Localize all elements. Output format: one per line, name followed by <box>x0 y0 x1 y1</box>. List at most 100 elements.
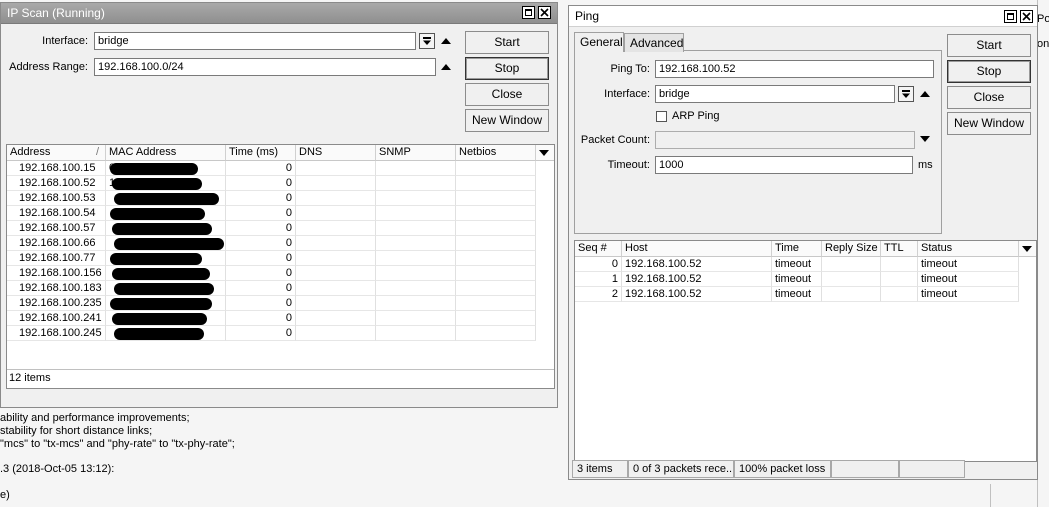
column-header-netbios[interactable]: Netbios <box>456 145 536 161</box>
column-header-label: Address <box>10 146 51 158</box>
close-window-button[interactable] <box>1020 10 1033 23</box>
column-header-time[interactable]: Time <box>772 241 822 257</box>
collapse-up-icon[interactable] <box>441 64 451 70</box>
tab-general[interactable]: General <box>574 32 624 52</box>
empty-cell <box>376 311 456 326</box>
ping-titlebar[interactable]: Ping <box>569 6 1037 27</box>
address-cell: 192.168.100.77 <box>7 251 106 266</box>
timeout-field[interactable]: 1000 <box>655 156 913 174</box>
tab-advanced[interactable]: Advanced <box>624 33 684 52</box>
column-header-time[interactable]: Time (ms) <box>226 145 296 161</box>
table-row[interactable]: 2 192.168.100.52 timeout timeout <box>575 287 1036 302</box>
redaction-mark <box>112 313 207 325</box>
empty-cell <box>456 236 536 251</box>
maximize-icon <box>1007 13 1014 20</box>
redaction-mark <box>114 328 204 340</box>
timeout-unit: ms <box>918 159 933 171</box>
arp-ping-checkbox[interactable] <box>656 111 667 122</box>
close-button[interactable]: Close <box>947 86 1031 109</box>
ping-to-label: Ping To: <box>610 63 650 75</box>
time-cell: 0 <box>226 176 296 191</box>
table-row[interactable]: 192.168.100.53 0 <box>7 191 536 206</box>
time-cell: 0 <box>226 206 296 221</box>
table-row[interactable]: 192.168.100.1500 <box>7 161 536 176</box>
column-header-seq[interactable]: Seq # <box>575 241 622 257</box>
ttl-cell <box>881 257 918 272</box>
table-row[interactable]: 192.168.100.156 0 <box>7 266 536 281</box>
table-row[interactable]: 192.168.100.183 0 <box>7 281 536 296</box>
table-row[interactable]: 0 192.168.100.52 timeout timeout <box>575 257 1036 272</box>
table-row[interactable]: 192.168.100.245 0 <box>7 326 536 341</box>
column-header-host[interactable]: Host <box>622 241 772 257</box>
status-segment <box>899 460 965 478</box>
new-window-button[interactable]: New Window <box>947 112 1031 135</box>
maximize-button[interactable] <box>522 6 535 19</box>
close-window-button[interactable] <box>538 6 551 19</box>
empty-cell <box>456 266 536 281</box>
empty-cell <box>296 266 376 281</box>
collapse-up-icon[interactable] <box>920 91 930 97</box>
column-menu-button[interactable] <box>1019 241 1036 257</box>
empty-cell <box>376 326 456 341</box>
column-header-mac[interactable]: MAC Address <box>106 145 226 161</box>
ping-to-field[interactable]: 192.168.100.52 <box>655 60 934 78</box>
time-cell: 0 <box>226 236 296 251</box>
empty-cell <box>456 176 536 191</box>
host-cell: 192.168.100.52 <box>622 287 772 302</box>
expand-down-icon[interactable] <box>920 136 930 142</box>
start-button[interactable]: Start <box>465 31 549 54</box>
window-title: IP Scan (Running) <box>7 6 105 20</box>
table-row[interactable]: 192.168.100.66 0 <box>7 236 536 251</box>
column-header-snmp[interactable]: SNMP <box>376 145 456 161</box>
new-window-button[interactable]: New Window <box>465 109 549 132</box>
empty-cell <box>456 296 536 311</box>
interface-dropdown-button[interactable] <box>419 33 435 49</box>
column-menu-button[interactable] <box>536 145 554 161</box>
empty-cell <box>456 221 536 236</box>
collapse-up-icon[interactable] <box>441 38 451 44</box>
address-range-field[interactable]: 192.168.100.0/24 <box>94 58 436 76</box>
table-row[interactable]: 192.168.100.235 0 <box>7 296 536 311</box>
log-line: stability for short distance links; <box>0 425 153 437</box>
ttl-cell <box>881 287 918 302</box>
chevron-down-icon <box>902 90 910 98</box>
stop-button[interactable]: Stop <box>947 60 1031 83</box>
table-row[interactable]: 1 192.168.100.52 timeout timeout <box>575 272 1036 287</box>
table-row[interactable]: 192.168.100.241 0 <box>7 311 536 326</box>
maximize-button[interactable] <box>1004 10 1017 23</box>
table-row[interactable]: 192.168.100.54 0 <box>7 206 536 221</box>
interface-field[interactable]: bridge <box>655 85 895 103</box>
table-row[interactable]: 192.168.100.77 0 <box>7 251 536 266</box>
packet-count-field[interactable] <box>655 131 915 149</box>
column-header-reply-size[interactable]: Reply Size <box>822 241 881 257</box>
empty-cell <box>376 266 456 281</box>
redaction-mark <box>110 253 202 265</box>
column-header-address[interactable]: Address / <box>7 145 106 161</box>
column-header-status[interactable]: Status <box>918 241 1019 257</box>
redaction-mark <box>114 283 214 295</box>
ip-scan-titlebar[interactable]: IP Scan (Running) <box>1 3 557 24</box>
interface-dropdown-button[interactable] <box>898 86 914 102</box>
empty-cell <box>296 176 376 191</box>
address-cell: 192.168.100.52 <box>7 176 106 191</box>
close-button[interactable]: Close <box>465 83 549 106</box>
interface-field[interactable]: bridge <box>94 32 416 50</box>
status-cell: timeout <box>918 257 1019 272</box>
empty-cell <box>376 176 456 191</box>
host-cell: 192.168.100.52 <box>622 257 772 272</box>
empty-cell <box>376 206 456 221</box>
empty-cell <box>376 281 456 296</box>
items-count: 12 items <box>9 372 51 384</box>
column-header-ttl[interactable]: TTL <box>881 241 918 257</box>
empty-cell <box>456 206 536 221</box>
address-cell: 192.168.100.183 <box>7 281 106 296</box>
table-row[interactable]: 192.168.100.5210 <box>7 176 536 191</box>
stop-button[interactable]: Stop <box>465 57 549 80</box>
redaction-mark <box>110 208 205 220</box>
seq-cell: 2 <box>575 287 622 302</box>
redaction-mark <box>110 298 212 310</box>
start-button[interactable]: Start <box>947 34 1031 57</box>
empty-cell <box>296 311 376 326</box>
column-header-dns[interactable]: DNS <box>296 145 376 161</box>
table-row[interactable]: 192.168.100.57 0 <box>7 221 536 236</box>
